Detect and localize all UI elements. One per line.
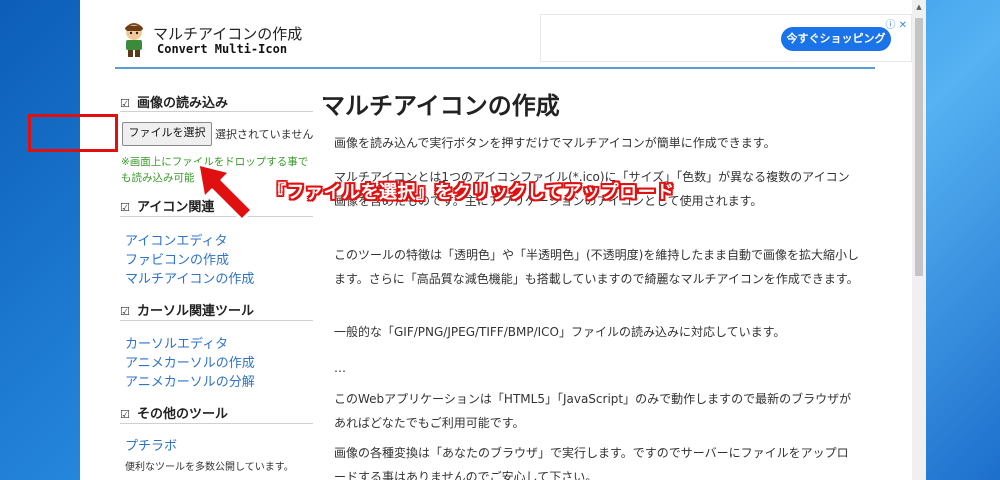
divider xyxy=(120,111,313,112)
ad-banner[interactable]: ⓘ ✕ 今すぐショッピング xyxy=(540,14,912,62)
section-heading-other: ☑ その他のツール xyxy=(120,407,229,422)
paragraph: 画像を読み込んで実行ボタンを押すだけでマルチアイコンが簡単に作成できます。 xyxy=(334,136,776,150)
sidebar-note: 便利なツールを多数公開しています。 xyxy=(125,462,294,473)
paragraph: このWebアプリケーションは「HTML5」「JavaScript」のみで動作しま… xyxy=(334,392,852,430)
site-subtitle: Convert Multi-Icon xyxy=(157,42,288,56)
sidebar-link-cursor-editor[interactable]: カーソルエディタ xyxy=(125,333,228,352)
vertical-scrollbar[interactable]: ▲ xyxy=(912,0,926,480)
browser-viewport: マルチアイコンの作成 Convert Multi-Icon ⓘ ✕ 今すぐショッ… xyxy=(80,0,926,480)
checkbox-icon: ☑ xyxy=(120,201,130,214)
mascot-logo-icon xyxy=(125,23,143,57)
paragraph: このツールの特徴は「透明色」や「半透明色」(不透明度)を維持したまま自動で画像を… xyxy=(334,248,860,286)
divider xyxy=(120,320,313,321)
checkbox-icon: ☑ xyxy=(120,305,130,318)
choose-file-button[interactable]: ファイルを選択 xyxy=(122,122,212,146)
scroll-up-icon[interactable]: ▲ xyxy=(912,0,926,14)
header-divider xyxy=(115,67,875,69)
sidebar-link-petit-labo[interactable]: プチラボ xyxy=(125,435,177,454)
scrollbar-thumb[interactable] xyxy=(915,18,923,276)
shop-now-button[interactable]: 今すぐショッピング xyxy=(781,27,891,51)
ad-info-close-icon[interactable]: ⓘ ✕ xyxy=(885,16,907,31)
callout-text: 『ファイルを選択』をクリックしてアップロード xyxy=(268,182,675,203)
divider xyxy=(120,423,313,424)
sidebar-link-multi-icon[interactable]: マルチアイコンの作成 xyxy=(125,268,254,287)
highlight-box xyxy=(28,114,118,152)
checkbox-icon: ☑ xyxy=(120,97,130,110)
sidebar-link-anime-cursor-create[interactable]: アニメカーソルの作成 xyxy=(125,352,255,371)
sidebar: ☑ 画像の読み込み ファイルを選択 選択されていません ※画面上にファイルをドロッ… xyxy=(115,78,315,480)
site-title: マルチアイコンの作成 xyxy=(153,25,303,43)
paragraph: 一般的な「GIF/PNG/JPEG/TIFF/BMP/ICO」ファイルの読み込み… xyxy=(334,325,786,339)
file-status-text: 選択されていません xyxy=(215,128,314,141)
site-header: マルチアイコンの作成 Convert Multi-Icon ⓘ ✕ 今すぐショッ… xyxy=(115,14,912,64)
arrow-icon xyxy=(196,162,254,222)
sidebar-link-favicon[interactable]: ファビコンの作成 xyxy=(125,249,229,268)
section-heading-image-load: ☑ 画像の読み込み xyxy=(120,96,229,111)
sidebar-link-anime-cursor-split[interactable]: アニメカーソルの分解 xyxy=(125,371,255,390)
paragraph: 画像の各種変換は「あなたのブラウザ」で実行します。ですのでサーバーにファイルをア… xyxy=(334,446,849,480)
page-title: マルチアイコンの作成 xyxy=(321,92,560,120)
sidebar-link-icon-editor[interactable]: アイコンエディタ xyxy=(125,230,227,249)
checkbox-icon: ☑ xyxy=(120,408,130,421)
paragraph: … xyxy=(334,361,346,375)
section-heading-cursor: ☑ カーソル関連ツール xyxy=(120,304,255,319)
